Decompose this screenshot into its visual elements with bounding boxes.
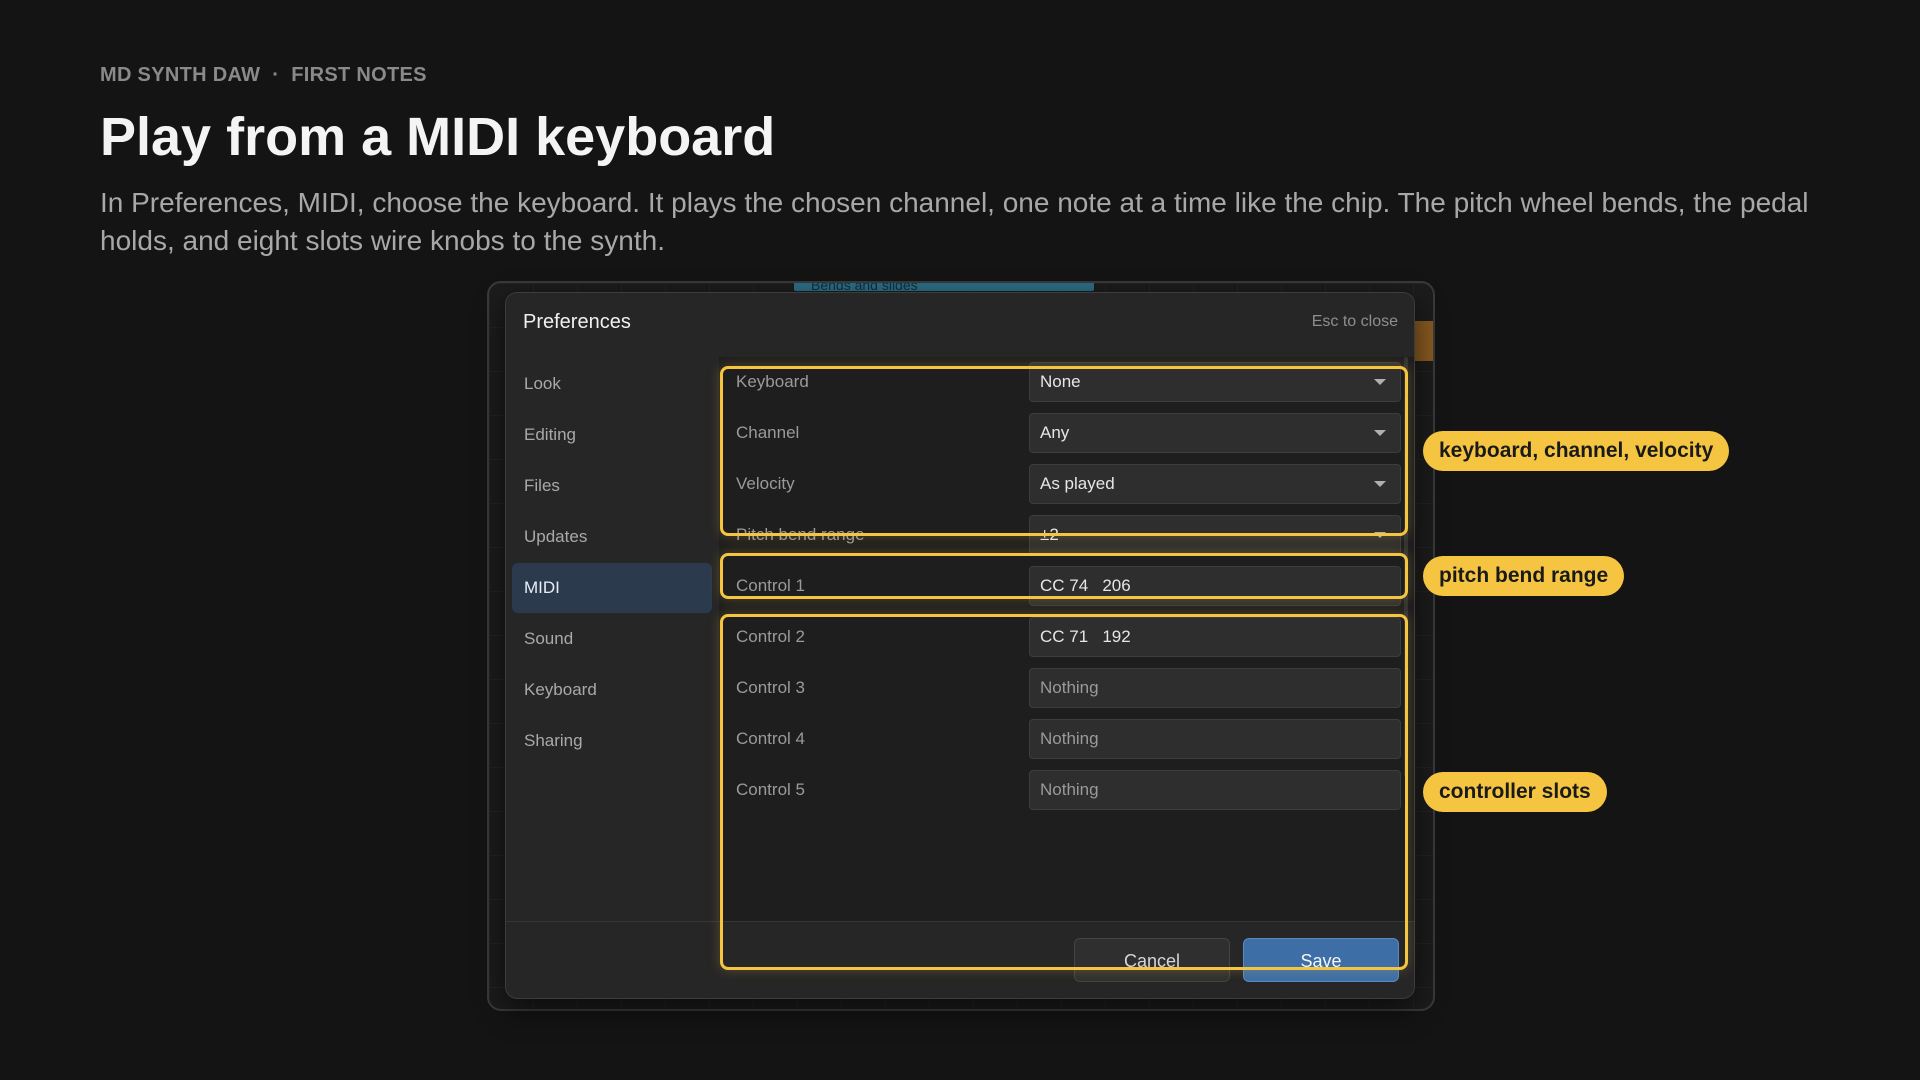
- pitch-bend-select[interactable]: ±2: [1029, 515, 1401, 555]
- eyebrow-section: FIRST NOTES: [291, 64, 427, 86]
- chevron-down-icon: [1374, 379, 1386, 385]
- chevron-down-icon: [1374, 532, 1386, 538]
- control-5-field[interactable]: Nothing: [1029, 770, 1401, 810]
- velocity-select-value: As played: [1040, 474, 1115, 493]
- background-clip-orange: [1413, 321, 1433, 361]
- control-4-field[interactable]: Nothing: [1029, 719, 1401, 759]
- cancel-button[interactable]: Cancel: [1074, 938, 1230, 982]
- sidebar-item-look[interactable]: Look: [512, 359, 712, 409]
- sidebar-item-editing[interactable]: Editing: [512, 410, 712, 460]
- keyboard-select[interactable]: None: [1029, 362, 1401, 402]
- eyebrow: MD SYNTH DAW · FIRST NOTES: [100, 64, 427, 87]
- chevron-down-icon: [1374, 430, 1386, 436]
- control-3-label: Control 3: [736, 678, 805, 697]
- pitch-bend-label: Pitch bend range: [736, 525, 865, 544]
- chevron-down-icon: [1374, 481, 1386, 487]
- eyebrow-separator: ·: [272, 64, 280, 86]
- esc-close-hint[interactable]: Esc to close: [1312, 313, 1398, 331]
- midi-settings-panel: Keyboard None Channel Any Velocity As pl…: [719, 357, 1414, 921]
- channel-label: Channel: [736, 423, 800, 442]
- sidebar-item-sharing[interactable]: Sharing: [512, 716, 712, 766]
- keyboard-label: Keyboard: [736, 372, 809, 391]
- dialog-title: Preferences: [523, 311, 631, 333]
- sidebar-item-updates[interactable]: Updates: [512, 512, 712, 562]
- preferences-sidebar: Look Editing Files Updates MIDI Sound Ke…: [506, 357, 719, 921]
- pitch-bend-select-value: ±2: [1040, 525, 1059, 544]
- dialog-header: Preferences Esc to close: [506, 293, 1414, 357]
- control-3-field[interactable]: Nothing: [1029, 668, 1401, 708]
- velocity-label: Velocity: [736, 474, 795, 493]
- control-2-field[interactable]: CC 71 192: [1029, 617, 1401, 657]
- page-description: In Preferences, MIDI, choose the keyboar…: [100, 187, 1809, 256]
- callout-controller-slots: controller slots: [1423, 772, 1607, 812]
- control-2-label: Control 2: [736, 627, 805, 646]
- control-5-label: Control 5: [736, 780, 805, 799]
- preferences-dialog: Preferences Esc to close Look Editing Fi…: [505, 292, 1415, 999]
- channel-select-value: Any: [1040, 423, 1070, 442]
- dialog-footer: Cancel Save: [506, 921, 1414, 998]
- control-1-label: Control 1: [736, 576, 805, 595]
- sidebar-item-midi[interactable]: MIDI: [512, 563, 712, 613]
- settings-scrollbar[interactable]: [1404, 357, 1408, 777]
- control-4-label: Control 4: [736, 729, 805, 748]
- callout-keyboard-channel-velocity: keyboard, channel, velocity: [1423, 431, 1730, 471]
- control-1-field[interactable]: CC 74 206: [1029, 566, 1401, 606]
- channel-select[interactable]: Any: [1029, 413, 1401, 453]
- sidebar-item-keyboard[interactable]: Keyboard: [512, 665, 712, 715]
- page-title: Play from a MIDI keyboard: [100, 107, 776, 167]
- callout-pitch-bend-range: pitch bend range: [1423, 556, 1625, 596]
- eyebrow-app: MD SYNTH DAW: [100, 64, 261, 86]
- sidebar-item-files[interactable]: Files: [512, 461, 712, 511]
- sidebar-item-sound[interactable]: Sound: [512, 614, 712, 664]
- velocity-select[interactable]: As played: [1029, 464, 1401, 504]
- keyboard-select-value: None: [1040, 372, 1081, 391]
- save-button[interactable]: Save: [1243, 938, 1399, 982]
